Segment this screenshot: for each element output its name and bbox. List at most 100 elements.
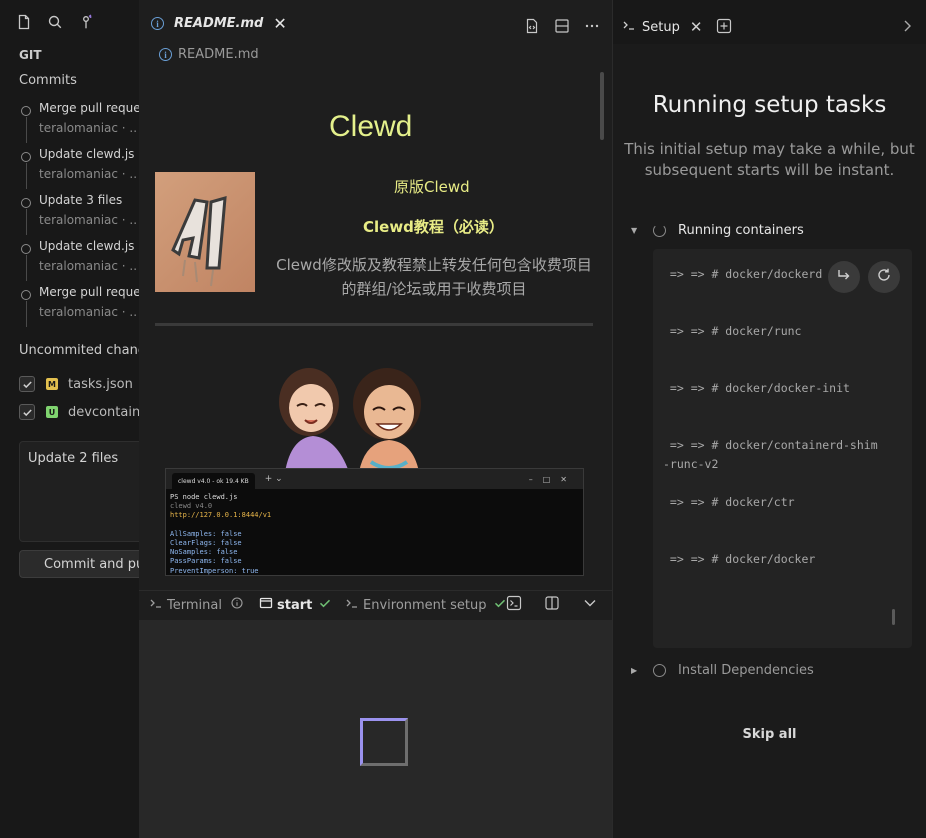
tab-setup[interactable]: Setup ✕	[622, 18, 702, 36]
editor: i README.md ✕ i README.md Clewd 原版Clewd …	[139, 0, 612, 590]
loading-spinner	[360, 718, 408, 766]
uncommitted-title[interactable]: Uncommited chang	[19, 343, 139, 358]
more-icon[interactable]	[584, 18, 600, 34]
add-tab-icon[interactable]	[716, 18, 732, 38]
breadcrumb[interactable]: i README.md	[159, 47, 259, 62]
editor-actions	[524, 18, 600, 34]
commit-item[interactable]: Update clewd.js teralomaniac · ..	[0, 237, 139, 283]
plus-icon: + ⌄	[264, 474, 283, 484]
tab-label: Environment setup	[363, 597, 487, 613]
close-icon[interactable]: ✕	[273, 15, 286, 31]
running-containers-section[interactable]: ▼ Running containers	[631, 223, 804, 238]
breadcrumb-file: README.md	[178, 47, 259, 62]
markdown-preview: Clewd 原版Clewd Clewd教程（必读） Clewd修改版及教程禁止转…	[155, 74, 593, 576]
activity-icons	[16, 14, 94, 30]
setup-subtitle: This initial setup may take a while, but…	[624, 140, 915, 179]
window-controls-icon: –□✕	[528, 475, 577, 484]
log-scrollbar[interactable]	[892, 609, 895, 625]
changed-file-row[interactable]: M tasks.json	[19, 374, 133, 394]
commit-dot	[21, 244, 31, 254]
setup-panel: Setup ✕ Running setup tasks This initial…	[613, 0, 926, 838]
skip-all-button[interactable]: Skip all	[613, 727, 926, 742]
git-branch-icon[interactable]	[78, 14, 94, 30]
commit-and-push-button[interactable]: Commit and pu	[19, 550, 139, 578]
new-terminal-icon[interactable]	[506, 595, 522, 611]
file-checkbox[interactable]	[19, 404, 35, 420]
screenshot-line: NoSamples: false	[170, 548, 238, 557]
tab-label: start	[277, 597, 313, 613]
commit-message: Update clewd.js	[39, 239, 135, 253]
commit-meta: teralomaniac · ..	[39, 305, 138, 319]
commit-line	[26, 255, 27, 281]
search-icon[interactable]	[47, 14, 63, 30]
split-panel-icon[interactable]	[544, 595, 560, 611]
commit-item[interactable]: Merge pull reque. teralomaniac · ..	[0, 99, 139, 145]
chevron-right-icon: ▶	[631, 666, 638, 675]
commit-line	[26, 163, 27, 189]
readme-heading: Clewd	[329, 110, 413, 143]
commit-dot	[21, 290, 31, 300]
original-clewd-link[interactable]: 原版Clewd	[394, 176, 470, 197]
commit-meta: teralomaniac · ..	[39, 259, 138, 273]
commit-meta: teralomaniac · ..	[39, 167, 138, 181]
log-line: => => # docker/docker-init	[663, 381, 850, 395]
tab-readme[interactable]: i README.md ✕	[151, 15, 287, 31]
log-line: -runc-v2	[663, 457, 719, 471]
commit-item[interactable]: Update clewd.js . teralomaniac · ..	[0, 145, 139, 191]
file-name: tasks.json	[68, 376, 133, 392]
tab-label: Setup	[642, 19, 680, 35]
screenshot-line: PassParams: false	[170, 557, 242, 566]
split-editor-icon[interactable]	[554, 18, 570, 34]
open-source-icon[interactable]	[524, 18, 540, 34]
commit-message-input[interactable]: Update 2 files	[19, 441, 139, 542]
setup-title: Running setup tasks	[652, 92, 887, 118]
commit-line	[26, 301, 27, 327]
open-log-button[interactable]	[828, 261, 860, 293]
editor-tabbar: i README.md ✕	[139, 0, 612, 44]
commit-message: Update clewd.js .	[39, 147, 139, 161]
screenshot-titlebar: clewd v4.0 - ok 19.4 KB + ⌄ –□✕	[166, 469, 583, 489]
log-line: => => # docker/docker	[663, 552, 816, 566]
screenshot-tab: clewd v4.0 - ok 19.4 KB	[172, 473, 255, 489]
terminal-panel[interactable]	[139, 620, 612, 838]
tab-label: Terminal	[167, 597, 222, 613]
commit-message: Update 3 files	[39, 193, 123, 207]
editor-scrollbar[interactable]	[600, 72, 604, 140]
file-icon[interactable]	[16, 14, 32, 30]
changed-file-row[interactable]: U devcontaine	[19, 402, 139, 422]
close-icon[interactable]: ✕	[690, 20, 703, 35]
pending-circle-icon	[653, 664, 666, 677]
tab-start[interactable]: start	[259, 596, 336, 614]
commit-line	[26, 117, 27, 143]
commit-item[interactable]: Update 3 files teralomaniac · ..	[0, 191, 139, 237]
restart-button[interactable]	[868, 261, 900, 293]
return-arrow-icon	[836, 267, 852, 287]
tab-environment-setup[interactable]: Environment setup	[345, 596, 511, 614]
log-line: => => # docker/containerd-shim	[663, 438, 878, 452]
setup-tabbar: Setup ✕	[613, 0, 926, 44]
commit-dot	[21, 152, 31, 162]
setup-log[interactable]: => => # docker/dockerd => => # docker/ru…	[653, 249, 912, 648]
clewd-tutorial-link[interactable]: Clewd教程（必读）	[363, 216, 504, 237]
check-icon	[318, 596, 336, 614]
chevron-down-icon[interactable]	[582, 595, 598, 611]
install-dependencies-section[interactable]: ▶ Install Dependencies	[631, 663, 814, 678]
panel-actions	[506, 595, 598, 611]
git-panel: GIT Commits Merge pull reque. teralomani…	[0, 0, 139, 838]
terminal-prompt-icon	[622, 18, 642, 36]
window-icon	[259, 596, 277, 614]
commit-meta: teralomaniac · ..	[39, 121, 138, 135]
section-label: Install Dependencies	[678, 663, 814, 678]
chevron-right-icon[interactable]	[899, 18, 915, 38]
commit-line	[26, 209, 27, 235]
screenshot-line: ClearFlags: false	[170, 539, 242, 548]
commits-title[interactable]: Commits	[19, 73, 77, 88]
untracked-badge: U	[46, 406, 58, 418]
commit-meta: teralomaniac · ..	[39, 213, 138, 227]
file-checkbox[interactable]	[19, 376, 35, 392]
commit-item[interactable]: Merge pull reque. teralomaniac · ..	[0, 283, 139, 329]
chevron-down-icon: ▼	[631, 226, 638, 235]
characters-illustration	[267, 362, 447, 472]
tab-terminal[interactable]: Terminal	[149, 596, 248, 614]
readme-notice: Clewd修改版及教程禁止转发任何包含收费项目的群组/论坛或用于收费项目	[276, 256, 592, 298]
